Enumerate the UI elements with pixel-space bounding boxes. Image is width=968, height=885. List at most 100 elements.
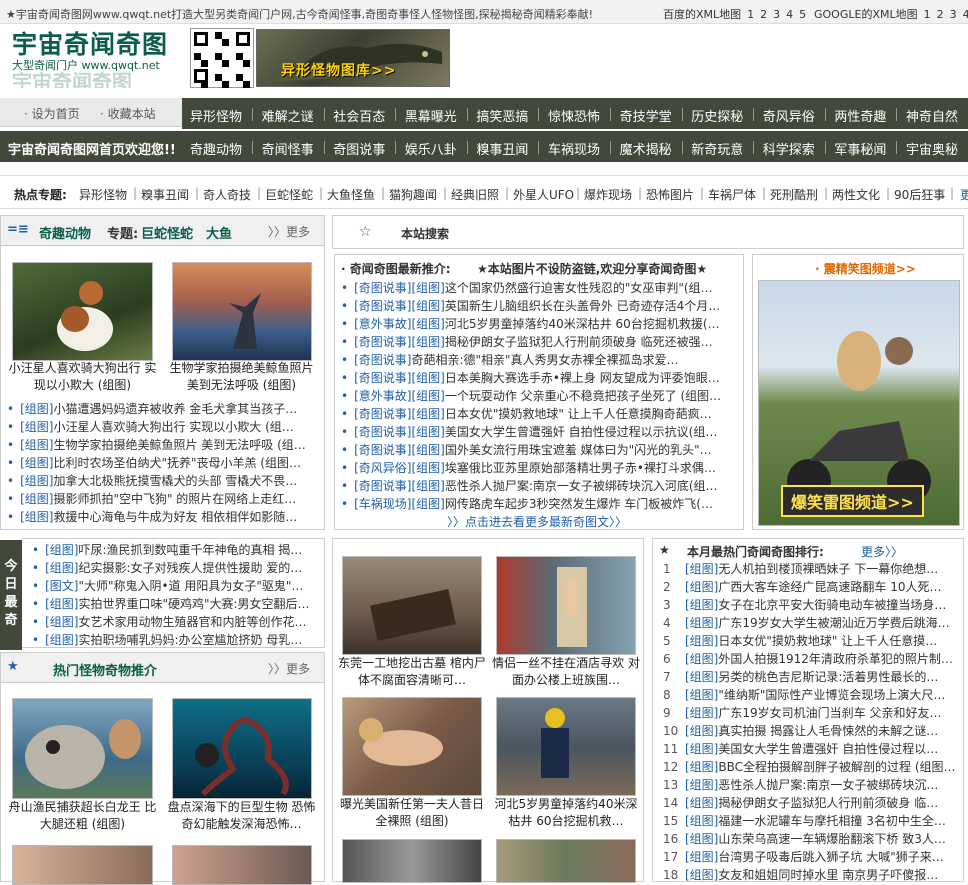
item-category[interactable]: [奇图说事]	[354, 299, 411, 313]
item-text[interactable]: 河北5岁男童掉落约40米深枯井 60台挖掘机救援(…	[445, 317, 720, 331]
dog-caption[interactable]: 小汪星人喜欢骑大狗出行 实现以小欺大 (组图)	[4, 360, 161, 396]
item-tag[interactable]: [组图]	[411, 479, 444, 493]
item-tag[interactable]: [组图]	[45, 597, 78, 611]
list-item[interactable]: 2 [组图]广西大客车途经广昆高速路翻车 10人死…	[663, 578, 959, 596]
item-text[interactable]: 无人机拍到楼顶裸晒妹子 下一幕你绝想…	[718, 562, 938, 576]
nav-item-row1-0[interactable]: 异形怪物	[190, 106, 242, 125]
hot-topic-0[interactable]: 异形怪物	[79, 186, 127, 203]
nav-item-row2-5[interactable]: 车祸现场	[548, 139, 600, 158]
list-item[interactable]: • [组图]救援中心海龟与牛成为好友 相依相伴如影随…	[7, 508, 319, 526]
item-category[interactable]: [意外事故]	[354, 317, 411, 331]
nav-item-row2-4[interactable]: 糗事丑闻	[476, 139, 528, 158]
item-text[interactable]: 奇葩相亲:德"相亲"真人秀男女赤裸全裸孤岛求爱…	[411, 353, 678, 367]
list-item[interactable]: • [奇风异俗][组图]埃塞俄比亚苏里原始部落精壮男子赤•裸打斗求偶…	[341, 459, 737, 477]
google-map-page-3[interactable]: 3	[950, 8, 957, 21]
hot-topic-12[interactable]: 两性文化	[832, 186, 880, 203]
item-tag[interactable]: [组图]	[685, 580, 718, 594]
list-item[interactable]: • [组图]生物学家拍摄绝美鲸鱼照片 美到无法呼吸 (组…	[7, 436, 319, 454]
item-text[interactable]: 加拿大北极熊抚摸雪橇犬的头部 雪橇犬不畏…	[53, 474, 297, 488]
list-item[interactable]: 18 [组图]女友和姐姐同时掉水里 南京男子吓傻报…	[663, 866, 959, 884]
laugh-title[interactable]: · 震精笑图频道>>	[815, 260, 916, 277]
item-tag[interactable]: [组图]	[20, 456, 53, 470]
item-text[interactable]: 吓尿:渔民抓到数吨重千年神龟的真相 揭…	[78, 543, 302, 557]
item-text[interactable]: 美国女大学生曾遭强奸 自拍性侵过程以…	[718, 742, 938, 756]
list-item[interactable]: • [奇图说事][组图]美国女大学生曾遭强奸 自拍性侵过程以示抗议(组…	[341, 423, 737, 441]
deep-sea-caption[interactable]: 盘点深海下的巨型生物 恐怖奇幻能触发深海恐怖…	[165, 799, 318, 835]
item-text[interactable]: 广东19岁女大学生被潮汕近万学费后跳海…	[718, 616, 949, 630]
list-item[interactable]: • [奇图说事][组图]揭秘伊朗女子监狱犯人行刑前须破身 临死还被强…	[341, 333, 737, 351]
list-item[interactable]: 5 [组图]日本女优"摸奶救地球" 让上千人任意摸…	[663, 632, 959, 650]
item-tag[interactable]: [组图]	[20, 474, 53, 488]
baidu-map-page-5[interactable]: 5	[799, 8, 806, 21]
item-category[interactable]: [意外事故]	[354, 389, 411, 403]
baidu-map-page-2[interactable]: 2	[760, 8, 767, 21]
item-tag[interactable]: [组图]	[685, 796, 718, 810]
special-fish-link[interactable]: 大鱼	[206, 223, 232, 242]
list-item[interactable]: 12 [组图]BBC全程拍摄解剖胖子被解剖的过程 (组图…	[663, 758, 959, 776]
hot-topic-9[interactable]: 恐怖图片	[646, 186, 694, 203]
list-item[interactable]: 6 [组图]外国人拍摄1912年清政府杀革犯的照片制…	[663, 650, 959, 668]
well-rescue-caption[interactable]: 河北5岁男童掉落约40米深枯井 60台挖掘机救…	[490, 796, 642, 832]
list-item[interactable]: • [奇图说事][组图]这个国家仍然盛行迫害女性残忍的"女巫审判"(组…	[341, 279, 737, 297]
item-text[interactable]: 救援中心海龟与牛成为好友 相依相伴如影随…	[53, 510, 297, 524]
list-item[interactable]: • [组图]纪实摄影:女子对残疾人提供性援助 爱的…	[32, 559, 320, 577]
list-item[interactable]: • [组图]吓尿:渔民抓到数吨重千年神龟的真相 揭…	[32, 541, 320, 559]
item-tag[interactable]: [组图]	[685, 724, 718, 738]
item-category[interactable]: [奇图说事]	[354, 407, 411, 421]
item-tag[interactable]: [组图]	[411, 335, 444, 349]
list-item[interactable]: • [组图]实拍世界重口味"硬鸡鸡"大赛:男女空翻后…	[32, 595, 320, 613]
hot-topic-3[interactable]: 巨蛇怪蛇	[265, 186, 313, 203]
item-text[interactable]: "大师"称鬼入阴•道 用阳具为女子"驱鬼"…	[78, 579, 303, 593]
baidu-map-page-1[interactable]: 1	[747, 8, 754, 21]
list-item[interactable]: 4 [组图]广东19岁女大学生被潮汕近万学费后跳海…	[663, 614, 959, 632]
item-tag[interactable]: [组图]	[685, 814, 718, 828]
list-item[interactable]: 1 [组图]无人机拍到楼顶裸晒妹子 下一幕你绝想…	[663, 560, 959, 578]
monsters-more-link[interactable]: 〉〉更多	[268, 660, 310, 677]
list-item[interactable]: • [组图]小汪星人喜欢骑大狗出行 实现以小欺大 (组…	[7, 418, 319, 436]
item-category[interactable]: [奇图说事]	[354, 353, 411, 367]
list-item[interactable]: 16 [组图]山东荣乌高速一车辆爆胎翻滚下桥 致3人…	[663, 830, 959, 848]
item-tag[interactable]: [组图]	[20, 438, 53, 452]
list-item[interactable]: 14 [组图]揭秘伊朗女子监狱犯人行刑前须破身 临…	[663, 794, 959, 812]
item-text[interactable]: 埃塞俄比亚苏里原始部落精壮男子赤•裸打斗求偶…	[445, 461, 716, 475]
item-category[interactable]: [奇风异俗]	[354, 461, 411, 475]
hot-topic-2[interactable]: 奇人奇技	[203, 186, 251, 203]
list-item[interactable]: • [意外事故][组图]一个玩耍动作 父亲重心不稳竟把孩子坐死了 (组图…	[341, 387, 737, 405]
list-item[interactable]: • [奇图说事][组图]日本女优"摸奶救地球" 让上千人任意摸胸奇葩疯…	[341, 405, 737, 423]
google-xml-map[interactable]: GOOGLE的XML地图12345	[814, 6, 968, 22]
hot-topic-11[interactable]: 死刑酷刑	[770, 186, 818, 203]
tomb-photo[interactable]	[342, 556, 482, 655]
list-item[interactable]: • [组图]摄影师抓拍"空中飞狗" 的照片在网络上走红…	[7, 490, 319, 508]
item-text[interactable]: 比利时农场圣伯纳犬"抚养"丧母小羊羔 (组图…	[53, 456, 301, 470]
list-item[interactable]: 17 [组图]台湾男子吸毒后跳入狮子坑 大喊"狮子来…	[663, 848, 959, 866]
hot-topic-7[interactable]: 外星人UFO	[513, 186, 574, 203]
animals-title[interactable]: 奇趣动物	[39, 223, 91, 242]
list-item[interactable]: 10 [组图]真实拍摄 揭露让人毛骨悚然的未解之谜…	[663, 722, 959, 740]
item-text[interactable]: 女子在北京平安大街骑电动车被撞当场身…	[718, 598, 946, 612]
item-tag[interactable]: [组图]	[685, 598, 718, 612]
item-text[interactable]: 真实拍摄 揭露让人毛骨悚然的未解之谜…	[718, 724, 938, 738]
nav-item-row2-0[interactable]: 奇趣动物	[190, 139, 242, 158]
item-tag[interactable]: [组图]	[411, 407, 444, 421]
nav-item-row1-10[interactable]: 神奇自然	[906, 106, 958, 125]
item-tag[interactable]: [组图]	[685, 562, 718, 576]
nav-item-row1-6[interactable]: 奇技学堂	[620, 106, 672, 125]
monster-photo-3[interactable]	[12, 845, 153, 885]
monster-photo-4[interactable]	[172, 845, 312, 885]
first-lady-caption[interactable]: 曝光美国新任第一夫人昔日全裸照 (组图)	[336, 796, 488, 832]
whale-photo[interactable]	[172, 262, 312, 361]
list-item[interactable]: • [组图]比利时农场圣伯纳犬"抚养"丧母小羊羔 (组图…	[7, 454, 319, 472]
item-category[interactable]: [奇图说事]	[354, 335, 411, 349]
item-text[interactable]: 广东19岁女司机油门当刹车 父亲和好友…	[718, 706, 941, 720]
item-tag[interactable]: [组图]	[20, 510, 53, 524]
item-text[interactable]: 恶性杀人抛尸案:南京一女子被绑砖块沉入河底(组…	[445, 479, 718, 493]
item-text[interactable]: 美国女大学生曾遭强奸 自拍性侵过程以示抗议(组…	[445, 425, 718, 439]
fish-photo[interactable]	[12, 698, 153, 799]
item-text[interactable]: 小汪星人喜欢骑大狗出行 实现以小欺大 (组…	[53, 420, 293, 434]
item-text[interactable]: 小猫遭遇妈妈遗弃被收养 金毛犬拿其当孩子…	[53, 402, 297, 416]
item-text[interactable]: 福建一水泥罐车与摩托相撞 3名初中生全…	[718, 814, 945, 828]
item-text[interactable]: 纪实摄影:女子对残疾人提供性援助 爱的…	[78, 561, 302, 575]
item-tag[interactable]: [组图]	[411, 299, 444, 313]
google-map-page-4[interactable]: 4	[963, 8, 968, 21]
google-map-page-1[interactable]: 1	[924, 8, 931, 21]
